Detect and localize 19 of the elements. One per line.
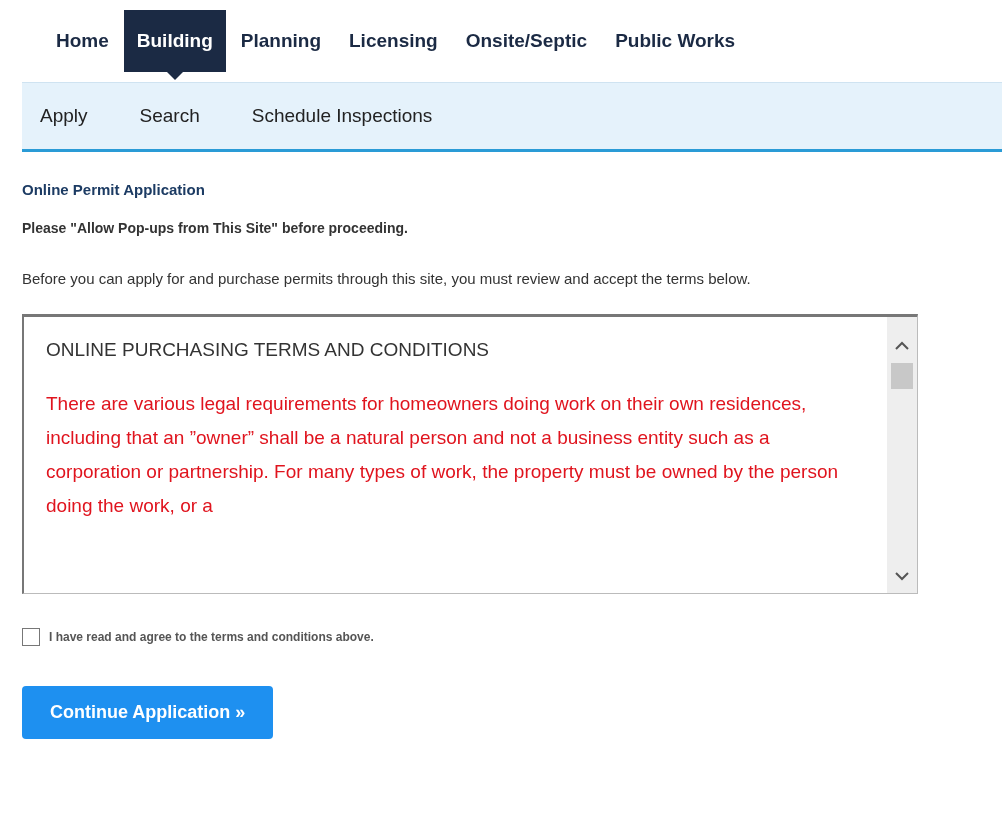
nav-tab[interactable]: Licensing [336,10,451,72]
nav-tab[interactable]: Onsite/Septic [452,10,601,72]
nav-tab[interactable]: Public Works [602,10,749,72]
nav-tab[interactable]: Planning [227,10,334,72]
terms-text: There are various legal requirements for homeowners doing work on their own residences, including that an ”owner” shall be a natural person and not a business entity such as a corporation or partnership. For many types of work, the property must be owned by the person doing the work, or a [46,391,840,518]
agree-checkbox[interactable] [22,627,40,646]
scrollbar[interactable] [887,316,917,593]
terms-title: ONLINE PURCHASING TERMS AND CONDITIONS [46,338,491,361]
intro-text: Before you can apply for and purchase permits through this site, you must review and accept the terms below. [22,269,752,289]
agree-label: I have read and agree to the terms and conditions above. [49,629,374,644]
scroll-thumb[interactable] [891,362,913,389]
sub-nav-link[interactable]: Schedule Inspections [251,105,433,127]
scroll-down-icon[interactable] [894,570,910,581]
scroll-up-icon[interactable] [894,340,910,351]
nav-tab[interactable]: Home [42,10,122,72]
sub-nav-link[interactable]: Apply [40,105,88,127]
popup-notice: Please "Allow Pop-ups from This Site" before proceeding. [22,220,409,236]
sub-nav-link[interactable]: Search [139,105,200,127]
page-heading: Online Permit Application [22,181,206,198]
